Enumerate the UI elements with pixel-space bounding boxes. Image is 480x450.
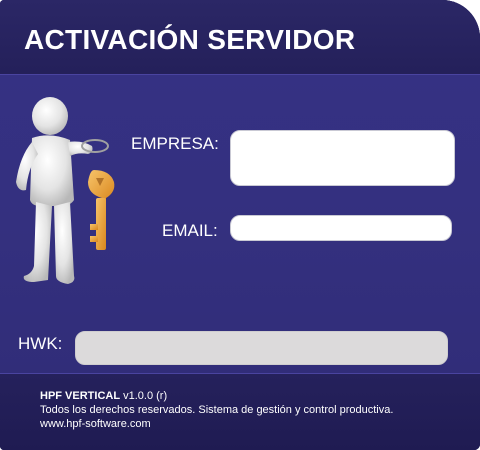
empresa-label: EMPRESA: bbox=[131, 134, 219, 153]
hwk-label: HWK: bbox=[18, 334, 63, 353]
hwk-input[interactable] bbox=[75, 331, 448, 365]
footer-info: HPF VERTICAL v1.0.0 (r) Todos los derech… bbox=[40, 389, 393, 431]
window-title: ACTIVACIÓN SERVIDOR bbox=[24, 24, 356, 55]
empresa-input[interactable] bbox=[230, 130, 455, 186]
email-label: EMAIL: bbox=[162, 221, 218, 240]
rights-text: Todos los derechos reservados. Sistema d… bbox=[40, 404, 394, 416]
product-line: HPF VERTICAL v1.0.0 (r) bbox=[40, 389, 393, 403]
activation-window: ACTIVACIÓN SERVIDOR EMPRESA: EMAIL: HWK:… bbox=[0, 0, 480, 450]
email-input[interactable] bbox=[230, 215, 452, 241]
person-with-key-icon bbox=[16, 97, 115, 284]
product-name: HPF VERTICAL bbox=[40, 390, 121, 402]
website-link[interactable]: www.hpf-software.com bbox=[40, 417, 393, 431]
title-bar: ACTIVACIÓN SERVIDOR bbox=[0, 0, 480, 75]
product-version: v1.0.0 (r) bbox=[120, 390, 168, 402]
